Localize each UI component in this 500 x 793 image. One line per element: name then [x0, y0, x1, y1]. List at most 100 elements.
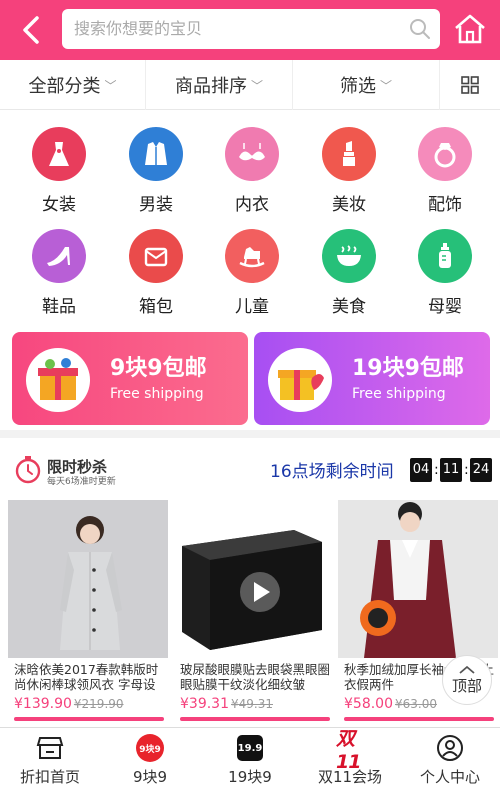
home-button[interactable] [452, 11, 488, 47]
gift-box-image [268, 348, 332, 412]
back-to-top-button[interactable]: 顶部 [442, 655, 492, 705]
product-title: 沫晗依美2017春款韩版时尚休闲棒球领风衣 字母设 [14, 662, 159, 692]
progress-bar [14, 717, 164, 721]
high-heel-icon [32, 229, 86, 283]
product-image [174, 500, 334, 658]
product-title: 玻尿酸眼膜贴去眼袋黑眼圈眼贴膜干纹淡化细纹皱 [180, 662, 331, 692]
baby-bottle-icon [418, 229, 472, 283]
bra-icon [225, 127, 279, 181]
tab-label: 9块9 [132, 768, 168, 786]
category-shoes[interactable]: 鞋品 [11, 229, 107, 329]
bowl-icon [322, 229, 376, 283]
product-price: ¥39.31 ¥49.31 [180, 696, 273, 712]
category-women[interactable]: 女装 [11, 127, 107, 227]
shop-icon [36, 734, 64, 762]
banner-subtitle: Free shipping [110, 386, 204, 402]
tab-label: 个人中心 [419, 768, 480, 786]
search-icon[interactable] [408, 17, 432, 41]
progress-bar [180, 717, 330, 721]
banner-title: 9块9包邮 [110, 356, 207, 381]
home-icon [455, 14, 485, 44]
timer-colon: : [464, 462, 469, 478]
progress-bar [344, 717, 494, 721]
filter-all-categories[interactable]: 全部分类 ﹀ [0, 60, 146, 110]
lipstick-icon [322, 127, 376, 181]
filter-label: 商品排序 [174, 76, 247, 97]
product-card[interactable]: 玻尿酸眼膜贴去眼袋黑眼圈眼贴膜干纹淡化细纹皱 ¥39.31 ¥49.31 [174, 500, 334, 725]
product-image [338, 500, 498, 658]
tab-19-9[interactable]: 19.9 19块9 [200, 728, 300, 793]
ring-icon [418, 127, 472, 181]
category-label: 鞋品 [42, 297, 76, 317]
timer-colon: : [434, 462, 439, 478]
tab-label: 双11会场 [317, 768, 383, 786]
grid-view-button[interactable] [440, 60, 500, 110]
category-label: 儿童 [235, 297, 269, 317]
category-makeup[interactable]: 美妆 [301, 127, 397, 227]
tab-label: 折扣首页 [19, 768, 80, 786]
double11-icon: 双11 [336, 728, 364, 773]
category-label: 箱包 [139, 297, 173, 317]
banner-19-9[interactable]: 19块9包邮 Free shipping [254, 332, 490, 425]
price-original: ¥49.31 [231, 697, 273, 711]
user-icon [436, 734, 464, 762]
category-men[interactable]: 男装 [108, 127, 204, 227]
category-baby[interactable]: 母婴 [397, 229, 493, 329]
dress-icon [32, 127, 86, 181]
category-kids[interactable]: 儿童 [204, 229, 300, 329]
flash-sale-subtitle: 每天6场准时更新 [47, 477, 116, 487]
rocking-horse-icon [225, 229, 279, 283]
price-original: ¥63.00 [395, 697, 437, 711]
stopwatch-icon [15, 456, 41, 484]
filter-screen[interactable]: 筛选 ﹀ [293, 60, 440, 110]
tab-label: 19块9 [228, 768, 272, 786]
chevron-down-icon: ﹀ [379, 78, 392, 93]
timer-seconds: 24 [470, 458, 492, 482]
badge-text: 19.9 [237, 735, 263, 761]
bottom-tab-bar: 折扣首页 9块9 9块9 19.9 19块9 双11 双11会场 个人中心 [0, 727, 500, 792]
price-original: ¥219.90 [73, 697, 124, 711]
timer-hours: 04 [410, 458, 432, 482]
nineteen-nine-badge-icon: 19.9 [236, 734, 264, 762]
category-underwear[interactable]: 内衣 [204, 127, 300, 227]
gift-box-image [26, 348, 90, 412]
category-food[interactable]: 美食 [301, 229, 397, 329]
tab-home[interactable]: 折扣首页 [0, 728, 100, 793]
tab-double11[interactable]: 双11 双11会场 [300, 728, 400, 793]
category-grid: 女装 男装 内衣 美妆 配饰 鞋品 箱包 儿童 美食 母婴 [0, 118, 500, 323]
category-label: 内衣 [235, 195, 269, 215]
nine-nine-badge-icon: 9块9 [136, 734, 164, 762]
back-to-top-label: 顶部 [451, 676, 482, 695]
badge-text: 9块9 [136, 734, 164, 762]
product-price: ¥139.90 ¥219.90 [14, 696, 124, 712]
category-bags[interactable]: 箱包 [108, 229, 204, 329]
chevron-down-icon: ﹀ [250, 78, 263, 93]
grid-icon [461, 76, 479, 94]
search-bar[interactable]: 搜索你想要的宝贝 [62, 9, 440, 49]
product-card[interactable]: 沫晗依美2017春款韩版时尚休闲棒球领风衣 字母设 ¥139.90 ¥219.90 [8, 500, 168, 725]
category-label: 配饰 [428, 195, 462, 215]
suit-icon [129, 127, 183, 181]
banner-subtitle: Free shipping [352, 386, 446, 402]
category-accessories[interactable]: 配饰 [397, 127, 493, 227]
back-button[interactable] [12, 12, 50, 48]
chevron-up-icon [459, 665, 475, 674]
search-placeholder: 搜索你想要的宝贝 [74, 19, 203, 38]
top-header: 搜索你想要的宝贝 [0, 0, 500, 60]
flash-sale-header: 限时秒杀 每天6场准时更新 16点场剩余时间 04 : 11 : 24 [0, 440, 500, 496]
banner-9-9[interactable]: 9块9包邮 Free shipping [12, 332, 248, 425]
bag-icon [129, 229, 183, 283]
remaining-time-label: 16点场剩余时间 [270, 462, 394, 482]
chevron-down-icon: ﹀ [104, 78, 117, 93]
filter-label: 筛选 [339, 76, 376, 97]
price-current: ¥58.00 [344, 696, 393, 712]
category-label: 美妆 [332, 195, 366, 215]
price-current: ¥39.31 [180, 696, 229, 712]
tab-profile[interactable]: 个人中心 [400, 728, 500, 793]
filter-sort[interactable]: 商品排序 ﹀ [146, 60, 293, 110]
filter-bar: 全部分类 ﹀ 商品排序 ﹀ 筛选 ﹀ [0, 60, 500, 110]
section-divider [0, 430, 500, 438]
back-arrow-icon [23, 16, 39, 44]
timer-minutes: 11 [440, 458, 462, 482]
tab-9-9[interactable]: 9块9 9块9 [100, 728, 200, 793]
